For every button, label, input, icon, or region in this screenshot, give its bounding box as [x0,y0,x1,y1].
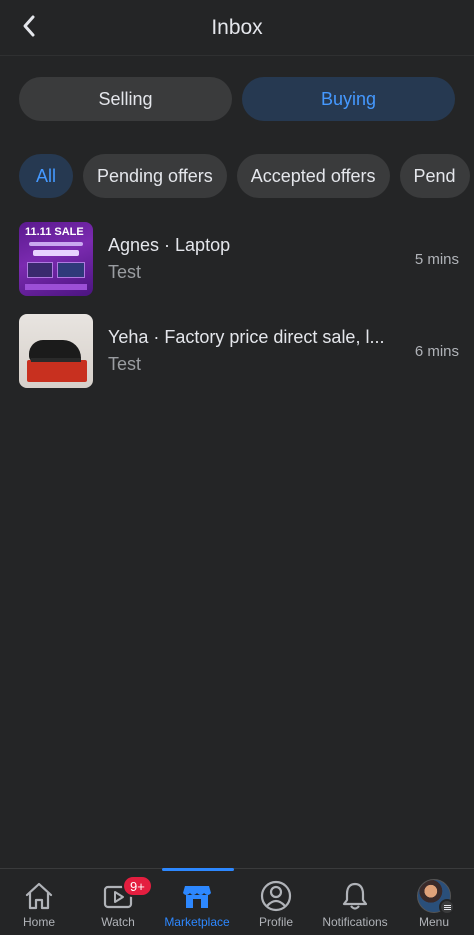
conversation-time: 5 mins [414,250,459,268]
bottom-navigation: Home 9+ Watch Marketplace Profile Notifi… [0,868,474,935]
nav-notifications[interactable]: Notifications [316,869,394,935]
conversation-title: Agnes · Laptop [108,235,231,255]
conversation-preview: Test [108,262,142,282]
laptop-thumbnail: 11.11 SALE [19,222,93,296]
menu-icon [439,899,455,915]
chevron-left-icon [23,15,35,37]
tab-selling[interactable]: Selling [19,77,232,121]
conversation-text: Yeha · Factory price direct sale, l... T… [108,327,409,375]
shoe-sole-image [31,358,81,362]
conversation-item[interactable]: 11.11 SALE Agnes · Laptop Test 5 mins [19,222,459,296]
profile-icon [260,880,292,912]
tab-buying[interactable]: Buying [242,77,455,121]
nav-marketplace[interactable]: Marketplace [158,869,236,935]
shoe-thumbnail [19,314,93,388]
filter-chip-pending-offers[interactable]: Pending offers [83,154,227,198]
laptop-image-2 [57,262,85,278]
conversation-text: Agnes · Laptop Test [108,235,409,283]
conversation-preview: Test [108,354,142,374]
thumb-banner-decor-2 [33,250,79,256]
nav-profile[interactable]: Profile [237,869,315,935]
thumbnail-sale-text: 11.11 SALE [25,226,84,238]
back-button[interactable] [14,10,44,42]
nav-marketplace-label: Marketplace [164,915,230,929]
filter-chip-pending[interactable]: Pend [399,154,470,198]
page-title: Inbox [211,15,263,39]
conversation-title: Yeha · Factory price direct sale, l... [108,327,385,347]
shoe-box-image [27,360,87,382]
conversation-time: 6 mins [414,342,459,360]
marketplace-icon [183,886,211,908]
bell-icon [342,882,368,910]
nav-watch[interactable]: 9+ Watch [79,869,157,935]
nav-home-label: Home [22,915,55,929]
nav-menu[interactable]: Menu [395,869,473,935]
inbox-screen: Inbox Selling Buying All Pending offers … [0,0,474,935]
watch-notification-badge: 9+ [122,875,153,897]
nav-watch-label: Watch [101,915,135,929]
filter-chip-accepted-offers[interactable]: Accepted offers [236,154,390,198]
thumb-footer-decor [25,284,87,290]
filter-chips: All Pending offers Accepted offers Pend [19,154,474,198]
nav-home[interactable]: Home [0,869,78,935]
header: Inbox [0,0,474,56]
nav-profile-label: Profile [258,915,293,929]
nav-menu-label: Menu [418,915,450,929]
nav-notifications-label: Notifications [322,915,388,929]
laptop-image-1 [27,262,53,278]
filter-chip-all[interactable]: All [19,154,73,198]
conversation-item[interactable]: Yeha · Factory price direct sale, l... T… [19,314,459,388]
thumb-banner-decor [29,242,83,246]
home-icon [25,882,53,910]
